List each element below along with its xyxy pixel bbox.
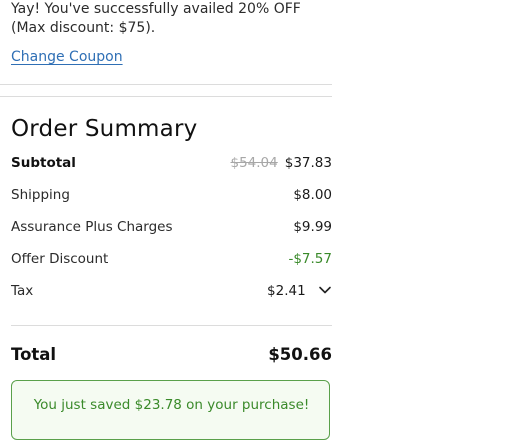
assurance-value: $9.99 [293, 219, 332, 235]
total-value: $50.66 [268, 345, 332, 364]
offer-discount-value: -$7.57 [288, 251, 332, 267]
assurance-row: Assurance Plus Charges $9.99 [11, 217, 332, 237]
tax-value: $2.41 [267, 283, 306, 299]
subtotal-value: $54.04 $37.83 [231, 153, 333, 173]
tax-row[interactable]: Tax $2.41 [11, 281, 332, 301]
tax-value-group[interactable]: $2.41 [267, 281, 332, 301]
summary-divider [11, 325, 332, 326]
shipping-value: $8.00 [293, 187, 332, 203]
order-summary-title: Order Summary [11, 116, 198, 142]
total-row: Total $50.66 [11, 343, 332, 367]
order-summary-panel: Order Summary Subtotal $54.04 $37.83 Ship… [0, 96, 332, 440]
coupon-message-line-1: Yay! You've successfully availed 20% OFF [11, 1, 301, 17]
coupon-message-line-2: (Max discount: $75). [11, 20, 156, 36]
tax-label: Tax [11, 283, 34, 299]
shipping-label: Shipping [11, 187, 70, 203]
coupon-panel: Yay! You've successfully availed 20% OFF… [0, 0, 332, 85]
savings-banner: You just saved $23.78 on your purchase! [11, 380, 330, 440]
subtotal-row: Subtotal $54.04 $37.83 [11, 153, 332, 173]
chevron-down-icon[interactable] [318, 283, 332, 297]
coupon-success-message: Yay! You've successfully availed 20% OFF… [11, 0, 321, 38]
offer-discount-row: Offer Discount -$7.57 [11, 249, 332, 269]
savings-message: You just saved $23.78 on your purchase! [33, 397, 310, 413]
change-coupon-link[interactable]: Change Coupon [11, 48, 123, 66]
assurance-label: Assurance Plus Charges [11, 219, 173, 235]
subtotal-original-price: $54.04 [230, 155, 278, 171]
offer-discount-label: Offer Discount [11, 251, 109, 267]
total-label: Total [11, 345, 57, 364]
shipping-row: Shipping $8.00 [11, 185, 332, 205]
subtotal-label: Subtotal [11, 155, 76, 171]
subtotal-price: $37.83 [284, 155, 332, 171]
